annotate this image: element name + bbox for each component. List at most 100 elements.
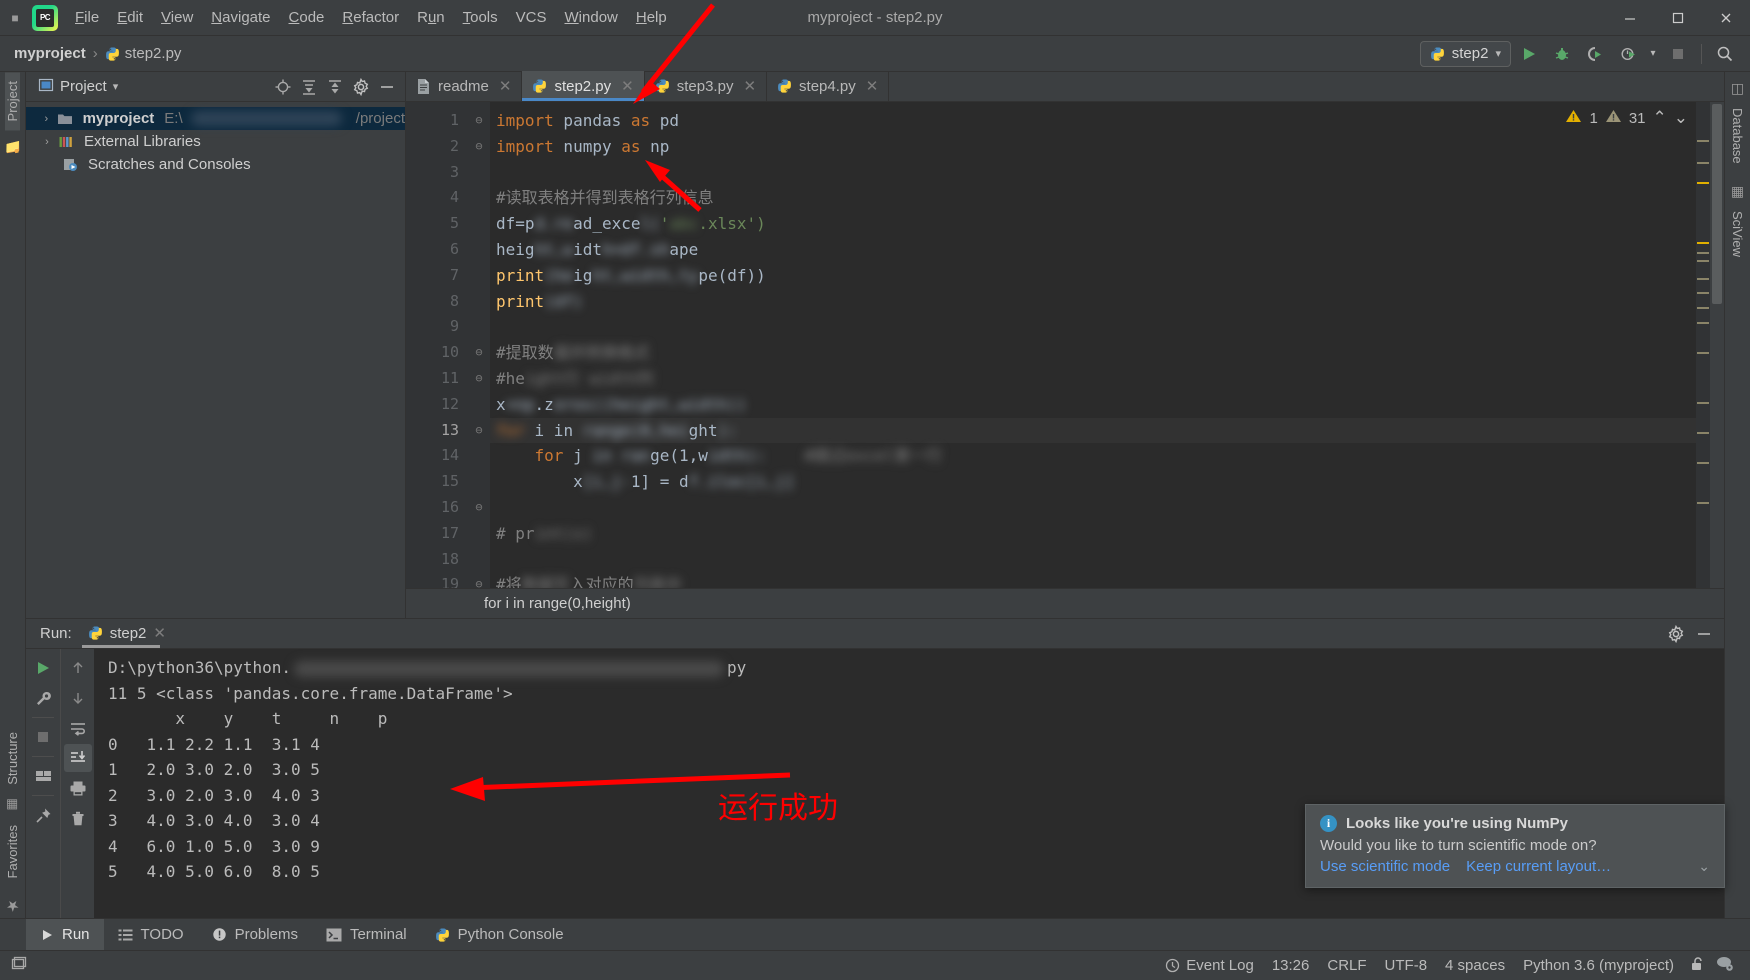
code-line[interactable]: print(height,width,type(df)) <box>490 263 1696 289</box>
error-stripe-mark[interactable] <box>1697 322 1709 324</box>
code-line[interactable]: import numpy as np <box>490 134 1696 160</box>
close-icon[interactable]: ✕ <box>499 77 512 95</box>
down-arrow-icon[interactable] <box>64 684 92 712</box>
code-line[interactable] <box>490 495 1696 521</box>
code-line[interactable]: df=pd.read_excel('abc.xlsx') <box>490 211 1696 237</box>
interpreter-indicator[interactable]: Python 3.6 (myproject) <box>1514 957 1683 974</box>
error-stripe-mark[interactable] <box>1697 162 1709 164</box>
code-line[interactable]: # print(x) <box>490 521 1696 547</box>
code-line[interactable]: height,width=df.shape <box>490 237 1696 263</box>
bottom-tab-python-console[interactable]: Python Console <box>421 919 578 951</box>
maximize-button[interactable] <box>1654 0 1702 36</box>
close-icon[interactable]: ✕ <box>621 77 634 95</box>
rerun-icon[interactable] <box>29 654 57 682</box>
chevron-right-icon[interactable]: › <box>40 136 54 148</box>
menu-item-navigate[interactable]: Navigate <box>202 5 279 31</box>
run-button[interactable] <box>1514 40 1544 68</box>
run-configuration-selector[interactable]: step2 ▾ <box>1419 40 1511 67</box>
fold-marker-icon[interactable]: ⊖ <box>468 108 490 134</box>
bottom-tab-terminal[interactable]: Terminal <box>312 919 421 951</box>
error-stripe-mark[interactable] <box>1697 402 1709 404</box>
profile-dropdown-icon[interactable]: ▾ <box>1646 40 1660 68</box>
code-line[interactable] <box>490 160 1696 186</box>
sidebar-item-structure[interactable]: Structure <box>5 723 20 794</box>
breadcrumb-statement[interactable]: for i in range(0,height) <box>484 595 631 612</box>
error-stripe-mark[interactable] <box>1697 182 1709 184</box>
stop-button[interactable] <box>1663 40 1693 68</box>
code-line[interactable] <box>490 547 1696 573</box>
expand-all-icon[interactable] <box>297 75 321 99</box>
menu-item-window[interactable]: Window <box>556 5 627 31</box>
menu-item-tools[interactable]: Tools <box>454 5 507 31</box>
pin-icon[interactable] <box>29 801 57 829</box>
error-stripe-mark[interactable] <box>1697 462 1709 464</box>
fold-marker-icon[interactable]: ⊖ <box>468 418 490 444</box>
bottom-tab-problems[interactable]: Problems <box>198 919 312 951</box>
fold-marker-icon[interactable]: ⊖ <box>468 572 490 588</box>
unlocked-icon[interactable] <box>1683 956 1711 976</box>
close-icon[interactable]: ✕ <box>743 77 756 95</box>
menu-item-vcs[interactable]: VCS <box>507 5 556 31</box>
numpy-notification-balloon[interactable]: i Looks like you're using NumPy Would yo… <box>1305 804 1725 888</box>
run-tab-step2[interactable]: step2 ✕ <box>81 620 172 648</box>
event-log-button[interactable]: Event Log <box>1156 957 1263 974</box>
sidebar-item-sciview[interactable]: SciView <box>1730 202 1745 266</box>
error-stripe-mark[interactable] <box>1697 278 1709 280</box>
locate-icon[interactable] <box>271 75 295 99</box>
close-button[interactable] <box>1702 0 1750 36</box>
menu-item-code[interactable]: Code <box>280 5 334 31</box>
code-line[interactable]: #提取数据并转换格式 <box>490 340 1696 366</box>
print-icon[interactable] <box>64 774 92 802</box>
breadcrumb-file[interactable]: step2.py <box>125 45 182 62</box>
settings-icon[interactable] <box>1664 622 1688 646</box>
system-menu-icon[interactable]: ■ <box>0 0 30 36</box>
use-scientific-mode-link[interactable]: Use scientific mode <box>1320 858 1450 875</box>
code-line[interactable]: x=np.zeros((height,width)) <box>490 392 1696 418</box>
code-line[interactable]: #读取表格并得到表格行列信息 <box>490 185 1696 211</box>
sidebar-item-database[interactable]: Database <box>1730 99 1745 173</box>
profile-button[interactable] <box>1613 40 1643 68</box>
run-with-coverage-button[interactable] <box>1580 40 1610 68</box>
error-stripe-mark[interactable] <box>1697 502 1709 504</box>
bottom-tab-todo[interactable]: TODO <box>104 919 198 951</box>
inspection-widget[interactable]: 1 31 ⌃ ⌄ <box>1565 108 1688 128</box>
menu-item-file[interactable]: File <box>66 5 108 31</box>
code-line[interactable] <box>490 314 1696 340</box>
chevron-down-icon[interactable]: ▾ <box>113 80 119 93</box>
indent-indicator[interactable]: 4 spaces <box>1436 957 1514 974</box>
editor-vertical-scrollbar[interactable] <box>1710 102 1724 588</box>
chevron-down-icon[interactable]: ⌄ <box>1698 858 1710 875</box>
line-separator-indicator[interactable]: CRLF <box>1318 957 1375 974</box>
layout-icon[interactable] <box>29 762 57 790</box>
editor-tab-readme[interactable]: readme ✕ <box>406 71 523 101</box>
chevron-right-icon[interactable]: › <box>40 113 53 125</box>
close-icon[interactable]: ✕ <box>153 624 166 642</box>
hide-panel-icon[interactable] <box>375 75 399 99</box>
sidebar-item-favorites[interactable]: Favorites <box>5 816 20 887</box>
fold-marker-icon[interactable]: ⊖ <box>468 495 490 521</box>
code-content[interactable]: import pandas as pd import numpy as np #读… <box>490 102 1696 588</box>
code-line[interactable]: x[i,j-1] = df.iloc[i,j] <box>490 469 1696 495</box>
sidebar-item-project[interactable]: Project <box>5 72 20 131</box>
editor-tab-step2-py[interactable]: step2.py ✕ <box>522 71 645 101</box>
error-stripe-mark[interactable] <box>1697 252 1709 254</box>
menu-item-edit[interactable]: Edit <box>108 5 152 31</box>
stop-icon[interactable] <box>29 723 57 751</box>
fold-marker-icon[interactable]: ⊖ <box>468 134 490 160</box>
menu-item-view[interactable]: View <box>152 5 202 31</box>
tree-node-myproject[interactable]: › myproject E:\ /project <box>26 107 405 130</box>
code-editor[interactable]: 1 2 3 4 5 6 7 8 9 10 11 12 13 14 15 16 17 18 19 ⊖ ⊖ ⊖ ⊖ ⊖ ⊖ ⊖ im… <box>406 102 1724 588</box>
error-stripe-marker-bar[interactable] <box>1696 102 1710 588</box>
code-line[interactable]: print(df) <box>490 289 1696 315</box>
inspection-level-icon[interactable] <box>1711 955 1738 976</box>
keep-current-layout-link[interactable]: Keep current layout… <box>1466 858 1611 875</box>
editor-tab-step3-py[interactable]: step3.py ✕ <box>645 71 768 101</box>
tree-node-scratches-and-consoles[interactable]: Scratches and Consoles <box>26 153 405 176</box>
up-arrow-icon[interactable] <box>64 654 92 682</box>
hide-panel-icon[interactable] <box>1692 622 1716 646</box>
code-line[interactable]: for i in range(0,height): <box>490 417 1696 444</box>
code-line[interactable]: #将数据写入对应的列表中 <box>490 572 1696 588</box>
code-line[interactable]: for j in range(1,width): #跳过excel第一行 <box>490 443 1696 469</box>
trash-icon[interactable] <box>64 804 92 832</box>
next-problem-icon[interactable]: ⌄ <box>1674 108 1688 128</box>
